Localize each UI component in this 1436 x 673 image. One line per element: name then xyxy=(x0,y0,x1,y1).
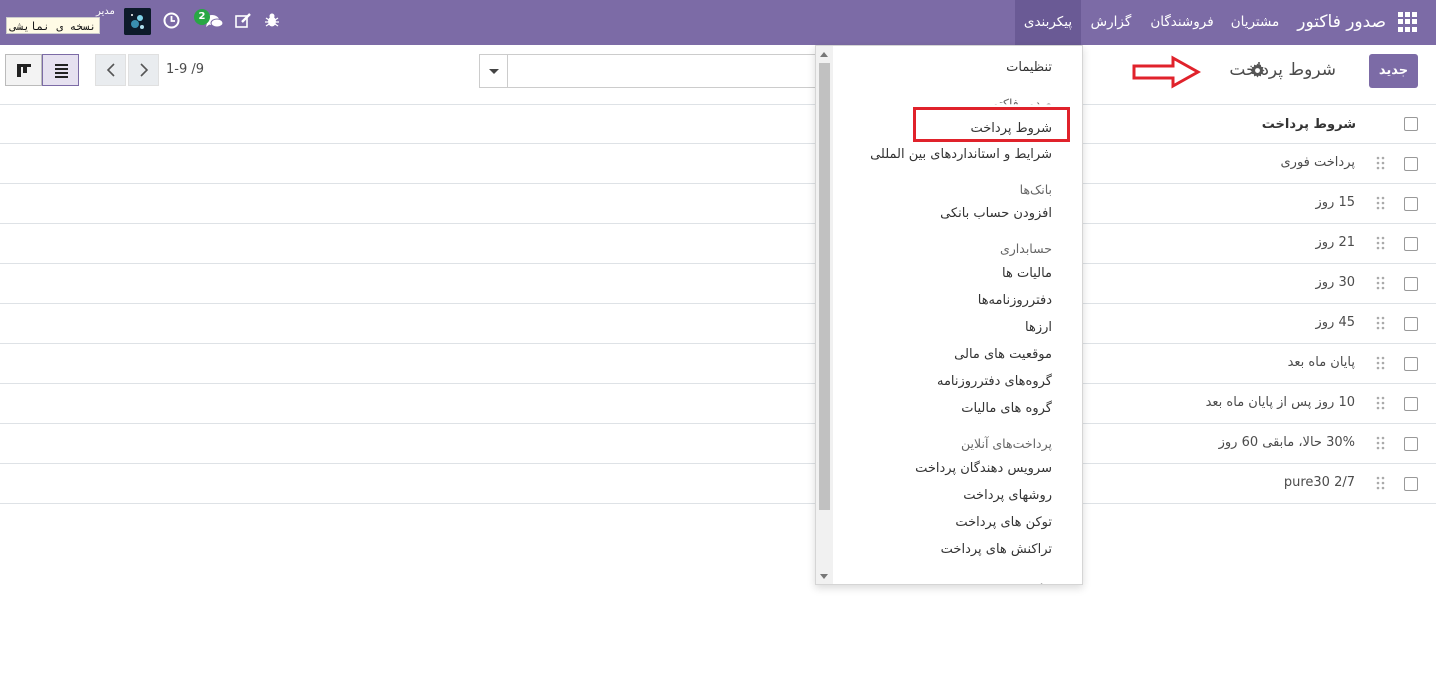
section-banks: بانک‌ها xyxy=(1019,182,1052,197)
payment-term-name[interactable]: 15 روز xyxy=(1315,195,1355,210)
apps-grid-icon[interactable] xyxy=(1398,12,1418,32)
drag-handle-icon[interactable] xyxy=(1376,476,1386,490)
menu-item-currencies[interactable]: ارزها xyxy=(1025,320,1052,335)
row-checkbox[interactable] xyxy=(1404,357,1418,371)
pager-value[interactable]: 1-9 /9 xyxy=(166,62,204,77)
drag-handle-icon[interactable] xyxy=(1376,276,1386,290)
pager-previous-button[interactable] xyxy=(95,54,126,86)
payment-term-name[interactable]: 45 روز xyxy=(1315,315,1355,330)
section-online-payments: پرداخت‌های آنلاین xyxy=(961,436,1052,451)
payment-term-name[interactable]: پایان ماه بعد xyxy=(1288,355,1355,370)
app-brand[interactable]: صدور فاکتور xyxy=(1297,12,1386,32)
table-row[interactable]: پایان ماه بعد xyxy=(0,344,1436,384)
menu-item-fiscal-positions[interactable]: موقعیت های مالی xyxy=(954,347,1052,362)
user-name[interactable]: مدیر xyxy=(96,6,115,17)
new-button[interactable]: جدید xyxy=(1369,54,1418,88)
list-header: شروط پرداخت xyxy=(0,105,1436,144)
messages-badge: 2 xyxy=(194,9,210,25)
menu-item-payment-tokens[interactable]: توکن های پرداخت xyxy=(955,515,1052,530)
menu-item-tax-groups[interactable]: گروه های مالیات xyxy=(961,401,1052,416)
drag-handle-icon[interactable] xyxy=(1376,436,1386,450)
dropdown-scrollbar[interactable] xyxy=(816,46,833,584)
gear-icon[interactable] xyxy=(1250,63,1265,78)
table-row[interactable]: 45 روز xyxy=(0,304,1436,344)
menu-item-journal-groups[interactable]: گروه‌های دفترروزنامه xyxy=(937,374,1052,389)
clock-icon[interactable] xyxy=(163,12,183,32)
payment-term-name[interactable]: 30% حالا، مابقی 60 روز xyxy=(1219,435,1355,450)
bug-icon[interactable] xyxy=(264,12,284,32)
drag-handle-icon[interactable] xyxy=(1376,356,1386,370)
menu-item-payment-transactions[interactable]: تراکنش های پرداخت xyxy=(941,542,1052,557)
breadcrumb: شروط پرداخت xyxy=(1229,60,1336,80)
payment-term-name[interactable]: پرداخت فوری xyxy=(1280,155,1355,170)
menu-reporting[interactable]: گزارش xyxy=(1086,0,1136,45)
menu-vendors[interactable]: فروشندگان xyxy=(1143,0,1221,45)
select-all-checkbox[interactable] xyxy=(1404,117,1418,131)
row-checkbox[interactable] xyxy=(1404,197,1418,211)
list-view-button[interactable] xyxy=(42,54,79,86)
annotation-arrow-icon xyxy=(1132,55,1201,89)
section-management: مدیریت xyxy=(1012,577,1052,585)
row-checkbox[interactable] xyxy=(1404,237,1418,251)
list-icon xyxy=(55,64,68,78)
search-options-toggle[interactable] xyxy=(479,54,508,88)
column-header-name[interactable]: شروط پرداخت xyxy=(1262,117,1356,132)
kanban-icon xyxy=(17,64,31,77)
menu-item-payment-methods[interactable]: روشهای پرداخت xyxy=(963,488,1052,503)
menu-item-taxes[interactable]: مالیات ها xyxy=(1002,266,1052,281)
menu-item-payment-providers[interactable]: سرویس دهندگان پرداخت xyxy=(915,461,1052,476)
demo-version-label: نسخه ی نمایشی xyxy=(6,17,101,34)
drag-handle-icon[interactable] xyxy=(1376,196,1386,210)
payment-term-name[interactable]: 2/7 pure30 xyxy=(1284,475,1355,490)
table-row[interactable]: 15 روز xyxy=(0,184,1436,224)
payment-term-name[interactable]: 30 روز xyxy=(1315,275,1355,290)
scroll-up-icon[interactable] xyxy=(820,52,828,57)
row-checkbox[interactable] xyxy=(1404,437,1418,451)
row-checkbox[interactable] xyxy=(1404,317,1418,331)
table-row[interactable]: 30 روز xyxy=(0,264,1436,304)
menu-item-journals[interactable]: دفترروزنامه‌ها xyxy=(978,293,1052,308)
table-row[interactable]: پرداخت فوری xyxy=(0,144,1436,184)
menu-item-add-bank-account[interactable]: افزودن حساب بانکی xyxy=(940,206,1052,221)
drag-handle-icon[interactable] xyxy=(1376,396,1386,410)
edit-icon[interactable] xyxy=(234,12,254,32)
pager-next-button[interactable] xyxy=(128,54,159,86)
section-accounting: حسابداری xyxy=(999,241,1052,256)
row-checkbox[interactable] xyxy=(1404,397,1418,411)
annotation-highlight-box xyxy=(913,107,1070,142)
scrollbar-thumb[interactable] xyxy=(819,63,830,510)
row-checkbox[interactable] xyxy=(1404,477,1418,491)
search-input[interactable] xyxy=(507,54,827,88)
menu-configuration[interactable]: پیکربندی xyxy=(1015,0,1081,45)
drag-handle-icon[interactable] xyxy=(1376,236,1386,250)
payment-term-name[interactable]: 21 روز xyxy=(1315,235,1355,250)
table-row[interactable]: 2/7 pure30 xyxy=(0,464,1436,504)
menu-customers[interactable]: مشتریان xyxy=(1227,0,1283,45)
user-avatar[interactable] xyxy=(124,8,151,35)
drag-handle-icon[interactable] xyxy=(1376,156,1386,170)
scroll-down-icon[interactable] xyxy=(820,574,828,579)
row-checkbox[interactable] xyxy=(1404,157,1418,171)
drag-handle-icon[interactable] xyxy=(1376,316,1386,330)
row-checkbox[interactable] xyxy=(1404,277,1418,291)
payment-term-name[interactable]: 10 روز پس از پایان ماه بعد xyxy=(1206,395,1355,410)
table-row[interactable]: 21 روز xyxy=(0,224,1436,264)
menu-item-incoterms[interactable]: شرایط و استانداردهای بین المللی xyxy=(870,147,1052,162)
kanban-view-button[interactable] xyxy=(5,54,42,86)
table-row[interactable]: 30% حالا، مابقی 60 روز xyxy=(0,424,1436,464)
top-navbar: صدور فاکتور مشتریان فروشندگان گزارش پیکر… xyxy=(0,0,1436,45)
menu-item-settings[interactable]: تنظیمات xyxy=(1006,60,1052,75)
table-row[interactable]: 10 روز پس از پایان ماه بعد xyxy=(0,384,1436,424)
